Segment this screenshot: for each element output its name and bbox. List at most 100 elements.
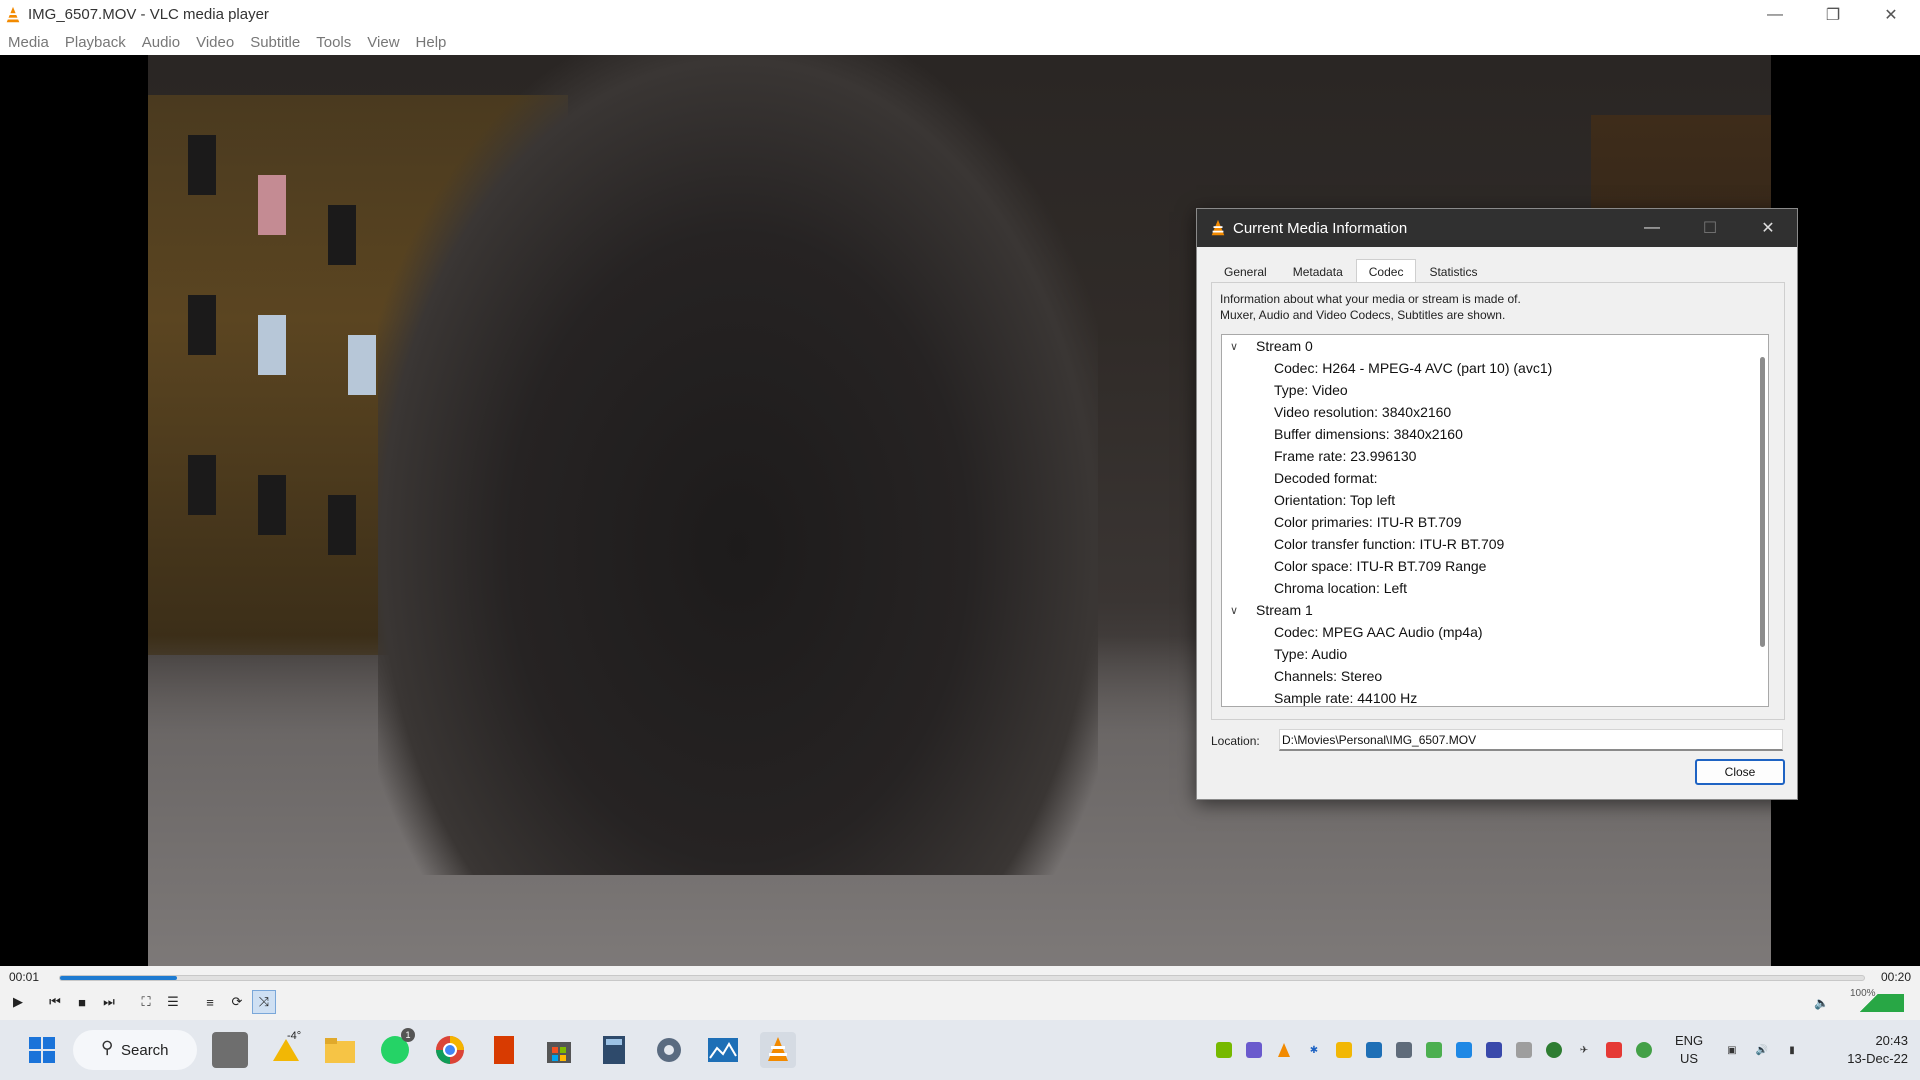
file-explorer-icon[interactable] [322,1032,358,1068]
close-button[interactable]: Close [1695,759,1785,785]
minimize-icon[interactable]: — [1746,0,1804,29]
tree-item[interactable]: Codec: H264 - MPEG-4 AVC (part 10) (avc1… [1274,357,1552,379]
stop-icon[interactable]: ■ [70,990,94,1014]
tree-item-stream-0[interactable]: ∨ Stream 0 [1222,335,1313,357]
restore-icon[interactable]: ❐ [1804,0,1862,29]
description-line-2: Muxer, Audio and Video Codecs, Subtitles… [1220,308,1506,322]
elapsed-time[interactable]: 00:01 [9,970,39,984]
tree-item[interactable]: Buffer dimensions: 3840x2160 [1274,423,1463,445]
sync-tray-icon[interactable] [1456,1042,1472,1058]
whatsapp-icon[interactable]: 1 [377,1028,415,1068]
bluetooth-tray-icon[interactable]: ✱ [1306,1042,1322,1058]
close-icon[interactable]: ✕ [1862,0,1920,29]
tree-item[interactable]: Color primaries: ITU-R BT.709 [1274,511,1462,533]
total-time[interactable]: 00:20 [1881,970,1911,984]
tree-item[interactable]: Decoded format: [1274,467,1378,489]
device-tray-icon[interactable] [1396,1042,1412,1058]
seek-bar[interactable] [59,975,1865,981]
tree-item[interactable]: Chroma location: Left [1274,577,1407,599]
random-icon[interactable]: ⤨ [252,990,276,1014]
menubar: Media Playback Audio Video Subtitle Tool… [0,29,1920,55]
tree-item[interactable]: Video resolution: 3840x2160 [1274,401,1451,423]
tree-item[interactable]: Frame rate: 23.996130 [1274,445,1416,467]
tree-item[interactable]: Codec: MPEG AAC Audio (mp4a) [1274,621,1483,643]
green-app-tray-icon[interactable] [1636,1042,1652,1058]
menu-playback[interactable]: Playback [65,34,126,51]
menu-video[interactable]: Video [196,34,234,51]
tree-item[interactable]: Color space: ITU-R BT.709 Range [1274,555,1486,577]
location-field[interactable]: D:\Movies\Personal\IMG_6507.MOV [1279,729,1783,751]
playlist-icon[interactable]: ≡ [198,990,222,1014]
task-view-icon[interactable] [212,1032,248,1068]
chevron-down-icon[interactable]: ∨ [1230,604,1244,617]
minimize-icon[interactable]: — [1623,209,1681,247]
tab-statistics[interactable]: Statistics [1416,259,1490,283]
tree-item[interactable]: Type: Audio [1274,643,1347,665]
codec-panel: Information about what your media or str… [1211,282,1785,720]
tree-item-label: Color transfer function: ITU-R BT.709 [1274,536,1505,552]
panel-description: Information about what your media or str… [1220,291,1521,323]
calculator-icon[interactable] [596,1032,632,1068]
next-icon[interactable]: ⏭ [97,990,121,1014]
speaker-icon[interactable]: 🔈 [1814,996,1829,1010]
battery-tray-icon[interactable]: ▮ [1784,1042,1800,1058]
tree-item[interactable]: Color transfer function: ITU-R BT.709 [1274,533,1504,555]
tree-item[interactable]: Sample rate: 44100 Hz [1274,687,1417,706]
windows-start-icon[interactable] [24,1032,60,1068]
usb-tray-icon[interactable] [1516,1042,1532,1058]
volume-tray-icon[interactable]: 🔊 [1754,1042,1770,1058]
close-icon[interactable]: ✕ [1739,209,1797,247]
settings-icon[interactable] [651,1032,687,1068]
tab-general[interactable]: General [1211,259,1280,283]
tree-item-label: Color primaries: ITU-R BT.709 [1274,514,1462,530]
chrome-icon[interactable] [432,1032,468,1068]
volume-control[interactable]: 🔈 100% [1814,988,1914,1014]
taskbar-clock[interactable]: 20:43 13-Dec-22 [1824,1032,1908,1068]
tree-item[interactable]: Channels: Stereo [1274,665,1382,687]
display-tray-icon[interactable] [1486,1042,1502,1058]
clock-time: 20:43 [1875,1033,1908,1048]
location-label: Location: [1211,734,1260,748]
tree-item-stream-1[interactable]: ∨ Stream 1 [1222,599,1313,621]
tree-item-label: Channels: Stereo [1274,668,1383,684]
codec-tree[interactable]: ∨ Stream 0 Codec: H264 - MPEG-4 AVC (par… [1221,334,1769,707]
t-app-tray-icon[interactable] [1546,1042,1562,1058]
extended-settings-icon[interactable]: ☰ [161,990,185,1014]
tab-codec[interactable]: Codec [1355,259,1417,283]
red-app-tray-icon[interactable] [1606,1042,1622,1058]
chevron-down-icon[interactable]: ∨ [1230,340,1244,353]
tab-metadata[interactable]: Metadata [1280,259,1356,283]
previous-icon[interactable]: ⏮ [43,990,67,1014]
onedrive-tray-icon[interactable] [1336,1042,1352,1058]
menu-help[interactable]: Help [416,34,447,51]
monitor-tray-icon[interactable]: ▣ [1724,1042,1740,1058]
store-icon[interactable] [541,1032,577,1068]
menu-audio[interactable]: Audio [142,34,180,51]
vlc-taskbar-icon[interactable] [760,1032,796,1068]
photos-icon[interactable] [705,1032,741,1068]
fullscreen-icon[interactable]: ⛶ [134,990,158,1014]
menu-tools[interactable]: Tools [316,34,351,51]
language-indicator[interactable]: ENG US [1675,1032,1703,1068]
tree-item-label: Frame rate: 23.996130 [1274,448,1417,464]
plane-tray-icon[interactable]: ✈ [1576,1042,1592,1058]
tree-item-label: Color space: ITU-R BT.709 Range [1274,558,1487,574]
nvidia-tray-icon[interactable] [1216,1042,1232,1058]
play-icon[interactable]: ▶ [6,990,30,1014]
loop-icon[interactable]: ⟳ [225,990,249,1014]
player-controls: 00:01 00:20 ▶ ⏮ ■ ⏭ ⛶ ☰ ≡ ⟳ ⤨ 🔈 100% [0,966,1920,1020]
menu-subtitle[interactable]: Subtitle [250,34,300,51]
tree-item[interactable]: Orientation: Top left [1274,489,1395,511]
network-drive-tray-icon[interactable] [1426,1042,1442,1058]
taskbar-search[interactable]: ⚲ Search [73,1030,197,1070]
menu-media[interactable]: Media [8,34,49,51]
tree-item[interactable]: Type: Video [1274,379,1348,401]
gamepad-tray-icon[interactable] [1246,1042,1262,1058]
tree-scrollbar[interactable] [1760,357,1765,647]
whatsapp-badge: 1 [401,1028,415,1042]
shield-tray-icon[interactable] [1366,1042,1382,1058]
volume-slider[interactable] [1834,994,1904,1012]
menu-view[interactable]: View [367,34,399,51]
office-icon[interactable] [486,1032,522,1068]
vlc-tray-icon[interactable] [1276,1042,1292,1058]
